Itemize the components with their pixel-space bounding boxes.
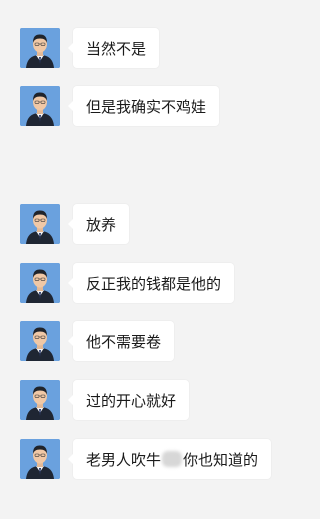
message-text: 他不需要卷 bbox=[86, 332, 162, 351]
message-text: 反正我的钱都是他的 bbox=[86, 274, 222, 293]
message-text: 放养 bbox=[86, 215, 117, 234]
message-bubble[interactable]: 当然不是 bbox=[67, 28, 160, 68]
message-bubble[interactable]: 老男人吹牛 你也知道的 bbox=[67, 439, 272, 479]
redacted-text-blur bbox=[162, 451, 183, 467]
chat-message: 过的开心就好 bbox=[20, 380, 190, 420]
message-text-after-redaction: 你也知道的 bbox=[183, 450, 259, 469]
user-avatar-icon[interactable] bbox=[20, 439, 60, 479]
chat-message: 老男人吹牛 你也知道的 bbox=[20, 439, 272, 479]
chat-message-list: 当然不是 但是我确实不鸡娃 放养 反正我的钱都是他的 他不需要卷 过的开心就好 … bbox=[0, 0, 316, 519]
message-text: 但是我确实不鸡娃 bbox=[86, 97, 207, 116]
chat-message: 放养 bbox=[20, 204, 130, 244]
user-avatar-icon[interactable] bbox=[20, 86, 60, 126]
message-bubble[interactable]: 但是我确实不鸡娃 bbox=[67, 86, 220, 126]
message-text-before-redaction: 老男人吹牛 bbox=[86, 450, 162, 469]
user-avatar-icon[interactable] bbox=[20, 380, 60, 420]
message-text: 当然不是 bbox=[86, 39, 147, 58]
chat-message: 当然不是 bbox=[20, 28, 160, 68]
chat-message: 但是我确实不鸡娃 bbox=[20, 86, 220, 126]
user-avatar-icon[interactable] bbox=[20, 321, 60, 361]
user-avatar-icon[interactable] bbox=[20, 204, 60, 244]
chat-message: 他不需要卷 bbox=[20, 321, 175, 361]
message-text: 过的开心就好 bbox=[86, 391, 177, 410]
user-avatar-icon[interactable] bbox=[20, 28, 60, 68]
message-bubble[interactable]: 过的开心就好 bbox=[67, 380, 190, 420]
user-avatar-icon[interactable] bbox=[20, 263, 60, 303]
message-bubble[interactable]: 他不需要卷 bbox=[67, 321, 175, 361]
message-bubble[interactable]: 反正我的钱都是他的 bbox=[67, 263, 235, 303]
message-bubble[interactable]: 放养 bbox=[67, 204, 130, 244]
chat-message: 反正我的钱都是他的 bbox=[20, 263, 235, 303]
